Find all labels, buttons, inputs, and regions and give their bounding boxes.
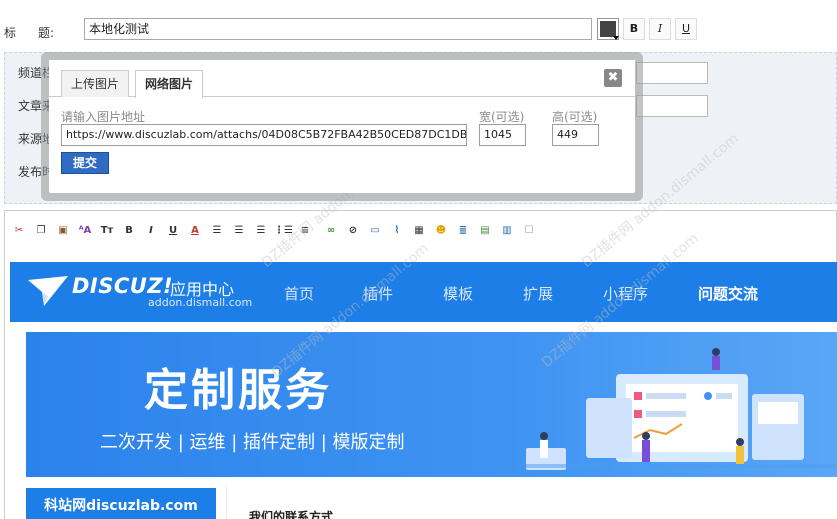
- content-card: 我们的联系方式: [226, 484, 837, 519]
- cut-icon[interactable]: ✂: [10, 222, 28, 240]
- logo-arrow-icon: [28, 276, 68, 306]
- insert-code-icon[interactable]: ▤: [476, 222, 494, 240]
- site-nav-bar: DISCUZ! 应用中心 addon.dismall.com 首页 插件 模板 …: [10, 262, 837, 322]
- bold-button[interactable]: B: [623, 18, 645, 40]
- tab-upload-image[interactable]: 上传图片: [61, 70, 130, 97]
- unlink-icon[interactable]: ⊘: [344, 222, 362, 240]
- settings-input-1[interactable]: [636, 62, 708, 84]
- color-swatch-icon: [600, 21, 619, 40]
- title-color-picker[interactable]: [597, 18, 619, 40]
- underline-icon[interactable]: U: [164, 222, 182, 240]
- image-url-input[interactable]: https://www.discuzlab.com/attachs/04D08C…: [61, 124, 467, 146]
- align-center-icon[interactable]: ☰: [230, 222, 248, 240]
- tab-network-image[interactable]: 网络图片: [135, 70, 204, 98]
- height-label: 高(可选): [552, 110, 598, 124]
- banner-subtitle: 二次开发 | 运维 | 插件定制 | 模版定制: [100, 432, 405, 453]
- logo-domain: addon.dismall.com: [148, 296, 253, 309]
- font-size-icon[interactable]: Tт: [98, 222, 116, 240]
- title-input[interactable]: 本地化测试: [84, 18, 592, 40]
- inserted-image: DISCUZ! 应用中心 addon.dismall.com 首页 插件 模板 …: [10, 262, 837, 519]
- banner: 定制服务 二次开发 | 运维 | 插件定制 | 模版定制: [26, 332, 837, 477]
- nav-item-questions: 问题交流: [698, 285, 759, 303]
- nav-item-templates: 模板: [443, 285, 474, 303]
- nav-item-home: 首页: [284, 285, 315, 303]
- width-label: 宽(可选): [479, 110, 525, 124]
- image-icon[interactable]: ▭: [366, 222, 384, 240]
- italic-icon[interactable]: I: [142, 222, 160, 240]
- bold-icon[interactable]: B: [120, 222, 138, 240]
- underline-button[interactable]: U: [675, 18, 697, 40]
- paste-icon[interactable]: ▣: [54, 222, 72, 240]
- image-width-input[interactable]: 1045: [479, 124, 526, 146]
- site-side-button: 科站网discuzlab.com: [26, 488, 216, 519]
- contact-title: 我们的联系方式: [249, 510, 334, 519]
- dialog-body: 上传图片 网络图片 ✖ 请输入图片地址 宽(可选) 高(可选) https://…: [49, 60, 635, 193]
- align-right-icon[interactable]: ☰: [252, 222, 270, 240]
- url-label: 请输入图片地址: [61, 110, 146, 124]
- quote-icon[interactable]: ≣: [454, 222, 472, 240]
- close-icon[interactable]: ✖: [604, 69, 622, 87]
- editor-toolbar: ✂ ❐ ▣ ᴬA Tт B I U A ☰ ☰ ☰ ⋮☰ ≡ ∞ ⊘ ▭ ⌇ ▦…: [10, 222, 542, 240]
- attachment-icon[interactable]: ⌇: [388, 222, 406, 240]
- align-left-icon[interactable]: ☰: [208, 222, 226, 240]
- copy-icon[interactable]: ❐: [32, 222, 50, 240]
- italic-button[interactable]: I: [649, 18, 671, 40]
- smiley-icon[interactable]: ☻: [432, 222, 450, 240]
- banner-title: 定制服务: [144, 365, 332, 416]
- font-icon[interactable]: ᴬA: [76, 222, 94, 240]
- image-height-input[interactable]: 449: [552, 124, 599, 146]
- nav-item-extensions: 扩展: [523, 285, 554, 303]
- text-color-icon[interactable]: A: [186, 222, 204, 240]
- dialog-tabs: 上传图片 网络图片 ✖: [49, 60, 635, 98]
- insert-image-dialog: 上传图片 网络图片 ✖ 请输入图片地址 宽(可选) 高(可选) https://…: [41, 52, 643, 201]
- submit-button[interactable]: 提交: [61, 152, 109, 174]
- save-icon[interactable]: ▥: [498, 222, 516, 240]
- title-label: 标题:: [4, 26, 55, 40]
- settings-input-2[interactable]: [636, 95, 708, 117]
- banner-illustration: [526, 348, 836, 470]
- checkbox-icon[interactable]: ☐: [520, 222, 538, 240]
- logo-text: DISCUZ!: [72, 274, 174, 298]
